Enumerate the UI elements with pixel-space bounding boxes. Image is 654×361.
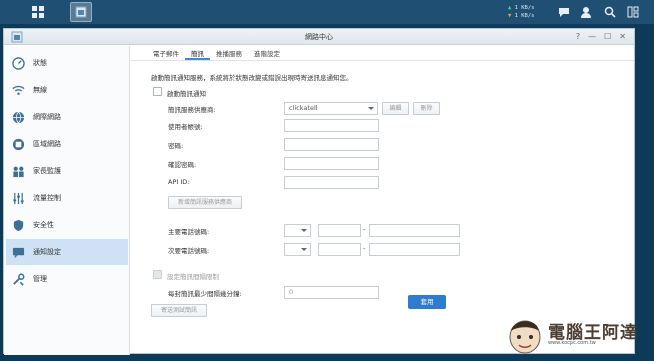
- interval-limit-label: 設定簡訊間隔限制: [167, 273, 219, 281]
- sliders-icon: [13, 192, 24, 204]
- sidebar-item-management[interactable]: 管理: [12, 266, 130, 292]
- provider-label: 簡訊服務供應商:: [168, 106, 216, 114]
- secondary-phone-input[interactable]: [369, 243, 460, 256]
- chat-icon[interactable]: [553, 2, 575, 22]
- network-speed: ▲ 1 KB/s ▼ 1 KB/s: [508, 5, 535, 19]
- sidebar-item-wireless[interactable]: 無線: [12, 77, 130, 103]
- password-input[interactable]: [284, 138, 379, 151]
- sidebar-item-traffic[interactable]: 流量控制: [12, 185, 130, 211]
- enable-sms-label: 啟動簡訊通知: [167, 90, 206, 98]
- wifi-icon: [12, 85, 25, 95]
- sidebar-item-notification[interactable]: 通知設定: [6, 239, 128, 265]
- sidebar-item-label: 家長監護: [33, 167, 61, 175]
- provider-select-value: clickatell: [289, 104, 318, 112]
- main-content: 電子郵件 簡訊 推播服務 進階設定 啟動簡訊通知服務，系統將於狀態改變或錯誤出現…: [131, 46, 634, 353]
- network-center-window: 網路中心 ? — ☐ ✕ 狀態 無線 網際網路 區域網路 家長監護 流量控制 安…: [3, 28, 635, 355]
- confirm-password-input[interactable]: [284, 157, 379, 170]
- sidebar: 狀態 無線 網際網路 區域網路 家長監護 流量控制 安全性 通知設定 管理: [4, 46, 130, 355]
- network-center-taskbar-icon[interactable]: [70, 2, 92, 22]
- sidebar-item-label: 區域網路: [33, 140, 61, 148]
- username-input[interactable]: [284, 119, 379, 132]
- secondary-phone-label: 次要電話號碼:: [168, 247, 210, 255]
- tab-advanced[interactable]: 進階設定: [248, 46, 286, 60]
- description-text: 啟動簡訊通知服務，系統將於狀態改變或錯誤出現時寄送訊息通知您。: [151, 74, 353, 82]
- net-up-speed: 1 KB/s: [514, 5, 535, 11]
- sidebar-item-label: 無線: [33, 86, 47, 94]
- secondary-country-code-select[interactable]: [284, 243, 311, 256]
- globe-icon: [12, 111, 25, 123]
- tools-icon: [13, 273, 25, 286]
- apply-button[interactable]: 套用: [408, 295, 446, 309]
- window-title: 網路中心: [305, 33, 333, 41]
- provider-select[interactable]: clickatell: [284, 102, 378, 115]
- window-titlebar[interactable]: 網路中心 ? — ☐ ✕: [4, 29, 634, 45]
- enable-sms-checkbox[interactable]: [153, 87, 162, 96]
- add-provider-button[interactable]: 新增簡訊服務供應商: [168, 196, 242, 209]
- close-button[interactable]: ✕: [619, 32, 626, 41]
- minimize-button[interactable]: —: [588, 32, 596, 41]
- speedometer-icon: [12, 56, 25, 70]
- network-icon: [12, 138, 25, 150]
- tab-sms[interactable]: 簡訊: [185, 46, 210, 60]
- sidebar-item-security[interactable]: 安全性: [12, 212, 130, 238]
- sidebar-item-label: 網際網路: [33, 113, 61, 121]
- user-icon[interactable]: [575, 2, 597, 22]
- chat-icon: [12, 247, 25, 258]
- tab-bar: 電子郵件 簡訊 推播服務 進階設定: [147, 46, 286, 60]
- main-menu-icon[interactable]: [27, 2, 49, 22]
- delete-button[interactable]: 刪除: [413, 102, 440, 115]
- password-label: 密碼:: [168, 142, 184, 150]
- interval-limit-checkbox[interactable]: [153, 270, 162, 279]
- sidebar-item-label: 管理: [33, 275, 47, 283]
- sidebar-item-parental[interactable]: 家長監護: [12, 158, 130, 184]
- taskbar: ▲ 1 KB/s ▼ 1 KB/s: [0, 0, 654, 24]
- username-label: 使用者帳號:: [168, 123, 203, 131]
- chevron-down-icon: [368, 107, 374, 110]
- api-id-input[interactable]: [284, 176, 379, 189]
- sidebar-item-label: 通知設定: [33, 248, 61, 256]
- confirm-password-label: 確認密碼:: [168, 161, 197, 169]
- sidebar-item-lan[interactable]: 區域網路: [12, 131, 130, 157]
- net-down-speed: 1 KB/s: [514, 13, 535, 19]
- api-id-label: API ID:: [168, 178, 190, 186]
- tab-email[interactable]: 電子郵件: [147, 46, 185, 60]
- sidebar-item-label: 安全性: [33, 221, 54, 229]
- chevron-down-icon: [301, 248, 307, 251]
- family-icon: [13, 166, 24, 177]
- help-button[interactable]: ?: [576, 32, 580, 41]
- sidebar-item-internet[interactable]: 網際網路: [12, 104, 130, 130]
- primary-country-code-select[interactable]: [284, 224, 311, 237]
- sidebar-item-label: 狀態: [33, 59, 47, 67]
- primary-phone-input[interactable]: [369, 224, 460, 237]
- interval-minutes-input[interactable]: 0: [284, 286, 379, 299]
- maximize-button[interactable]: ☐: [604, 32, 611, 41]
- widgets-icon[interactable]: [622, 2, 644, 22]
- sidebar-item-label: 流量控制: [33, 194, 61, 202]
- interval-minutes-label: 每封簡訊最少間隔幾分鐘:: [168, 290, 242, 298]
- sidebar-item-status[interactable]: 狀態: [12, 50, 130, 76]
- primary-area-code-input[interactable]: [318, 224, 361, 237]
- send-test-sms-button[interactable]: 寄送測試簡訊: [151, 304, 207, 317]
- secondary-area-code-input[interactable]: [318, 243, 361, 256]
- primary-phone-label: 主要電話號碼:: [168, 228, 210, 236]
- tab-push-service[interactable]: 推播服務: [210, 46, 248, 60]
- watermark-mascot-icon: [509, 320, 541, 354]
- watermark-url: www.kocpc.com.tw: [548, 340, 596, 346]
- shield-icon: [13, 219, 24, 231]
- edit-button[interactable]: 編輯: [382, 102, 409, 115]
- search-icon[interactable]: [599, 2, 621, 22]
- chevron-down-icon: [301, 229, 307, 232]
